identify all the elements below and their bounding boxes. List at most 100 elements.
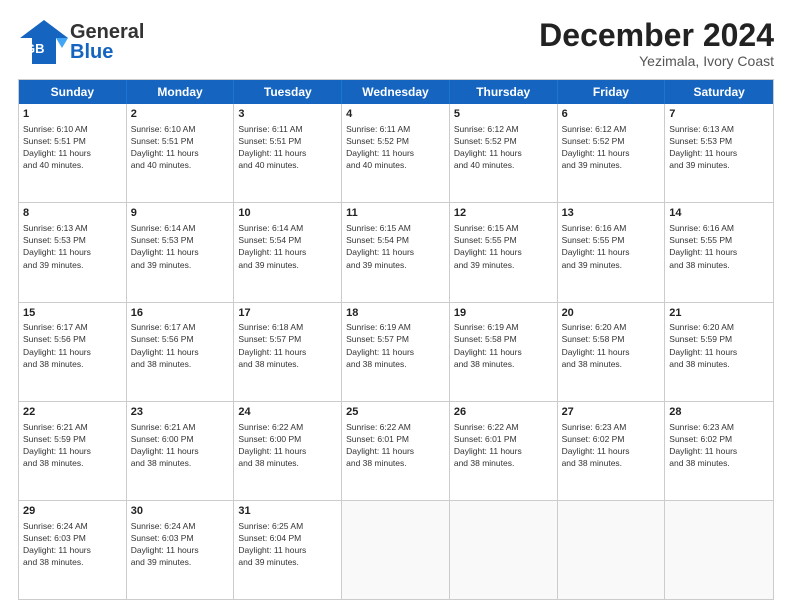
- cell-info: Sunrise: 6:21 AM Sunset: 5:59 PM Dayligh…: [23, 422, 91, 468]
- calendar-cell-w4-d2: 23Sunrise: 6:21 AM Sunset: 6:00 PM Dayli…: [127, 402, 235, 500]
- calendar-cell-w5-d6: [558, 501, 666, 599]
- calendar-cell-w1-d7: 7 Sunrise: 6:13 AM Sunset: 5:53 PM Daylig…: [665, 104, 773, 202]
- header-wednesday: Wednesday: [342, 80, 450, 104]
- day-number: 1: [23, 107, 122, 122]
- calendar-cell-w1-d2: 2Sunrise: 6:10 AM Sunset: 5:51 PM Daylig…: [127, 104, 235, 202]
- cell-info: Sunrise: 6:10 AM Sunset: 5:51 PM Dayligh…: [23, 124, 91, 170]
- cell-info: Sunrise: 6:16 AM Sunset: 5:55 PM Dayligh…: [562, 223, 630, 269]
- header-saturday: Saturday: [665, 80, 773, 104]
- cell-info: Sunrise: 6:22 AM Sunset: 6:01 PM Dayligh…: [454, 422, 522, 468]
- day-number: 24: [238, 405, 337, 420]
- cell-info: Sunrise: 6:11 AM Sunset: 5:52 PM Dayligh…: [346, 124, 414, 170]
- cell-info: Sunrise: 6:15 AM Sunset: 5:54 PM Dayligh…: [346, 223, 414, 269]
- logo-text-block: General Blue: [70, 21, 144, 64]
- day-number: 19: [454, 306, 553, 321]
- day-number: 6: [562, 107, 661, 122]
- calendar-cell-w1-d6: 6 Sunrise: 6:12 AM Sunset: 5:52 PM Daylig…: [558, 104, 666, 202]
- calendar-row-5: 29 Sunrise: 6:24 AM Sunset: 6:03 PM Dayli…: [19, 500, 773, 599]
- header-monday: Monday: [127, 80, 235, 104]
- day-number: 27: [562, 405, 661, 420]
- day-number: 8: [23, 206, 122, 221]
- cell-info: Sunrise: 6:20 AM Sunset: 5:58 PM Dayligh…: [562, 322, 630, 368]
- calendar-subtitle: Yezimala, Ivory Coast: [539, 53, 774, 69]
- cell-info: Sunrise: 6:13 AM Sunset: 5:53 PM Dayligh…: [669, 124, 737, 170]
- day-number: 25: [346, 405, 445, 420]
- cell-info: Sunrise: 6:24 AM Sunset: 6:03 PM Dayligh…: [131, 521, 199, 567]
- header-tuesday: Tuesday: [234, 80, 342, 104]
- calendar-cell-w2-d6: 13 Sunrise: 6:16 AM Sunset: 5:55 PM Dayli…: [558, 203, 666, 301]
- logo-blue: Blue: [70, 41, 144, 64]
- calendar-cell-w5-d1: 29 Sunrise: 6:24 AM Sunset: 6:03 PM Dayli…: [19, 501, 127, 599]
- calendar-cell-w1-d1: 1 Sunrise: 6:10 AM Sunset: 5:51 PM Daylig…: [19, 104, 127, 202]
- calendar-cell-w5-d7: [665, 501, 773, 599]
- calendar-cell-w3-d4: 18Sunrise: 6:19 AM Sunset: 5:57 PM Dayli…: [342, 303, 450, 401]
- day-number: 5: [454, 107, 553, 122]
- day-number: 20: [562, 306, 661, 321]
- calendar-row-1: 1 Sunrise: 6:10 AM Sunset: 5:51 PM Daylig…: [19, 104, 773, 202]
- day-number: 26: [454, 405, 553, 420]
- cell-info: Sunrise: 6:19 AM Sunset: 5:58 PM Dayligh…: [454, 322, 522, 368]
- cell-info: Sunrise: 6:22 AM Sunset: 6:00 PM Dayligh…: [238, 422, 306, 468]
- calendar-cell-w4-d5: 26 Sunrise: 6:22 AM Sunset: 6:01 PM Dayli…: [450, 402, 558, 500]
- day-number: 4: [346, 107, 445, 122]
- day-number: 15: [23, 306, 122, 321]
- calendar-cell-w2-d5: 12 Sunrise: 6:15 AM Sunset: 5:55 PM Dayli…: [450, 203, 558, 301]
- day-number: 11: [346, 206, 445, 221]
- title-block: December 2024 Yezimala, Ivory Coast: [539, 18, 774, 69]
- calendar-title: December 2024: [539, 18, 774, 53]
- calendar-cell-w1-d5: 5 Sunrise: 6:12 AM Sunset: 5:52 PM Daylig…: [450, 104, 558, 202]
- svg-text:GB: GB: [25, 41, 45, 56]
- calendar-cell-w5-d5: [450, 501, 558, 599]
- calendar-cell-w4-d6: 27 Sunrise: 6:23 AM Sunset: 6:02 PM Dayli…: [558, 402, 666, 500]
- cell-info: Sunrise: 6:25 AM Sunset: 6:04 PM Dayligh…: [238, 521, 306, 567]
- cell-info: Sunrise: 6:23 AM Sunset: 6:02 PM Dayligh…: [562, 422, 630, 468]
- day-number: 18: [346, 306, 445, 321]
- calendar-cell-w4-d7: 28Sunrise: 6:23 AM Sunset: 6:02 PM Dayli…: [665, 402, 773, 500]
- calendar-cell-w4-d3: 24 Sunrise: 6:22 AM Sunset: 6:00 PM Dayli…: [234, 402, 342, 500]
- day-number: 17: [238, 306, 337, 321]
- cell-info: Sunrise: 6:13 AM Sunset: 5:53 PM Dayligh…: [23, 223, 91, 269]
- calendar-cell-w1-d3: 3 Sunrise: 6:11 AM Sunset: 5:51 PM Daylig…: [234, 104, 342, 202]
- logo: GB General Blue: [18, 18, 144, 66]
- cell-info: Sunrise: 6:22 AM Sunset: 6:01 PM Dayligh…: [346, 422, 414, 468]
- cell-info: Sunrise: 6:24 AM Sunset: 6:03 PM Dayligh…: [23, 521, 91, 567]
- calendar-cell-w2-d3: 10Sunrise: 6:14 AM Sunset: 5:54 PM Dayli…: [234, 203, 342, 301]
- calendar: Sunday Monday Tuesday Wednesday Thursday…: [18, 79, 774, 600]
- day-number: 31: [238, 504, 337, 519]
- day-number: 21: [669, 306, 769, 321]
- day-number: 13: [562, 206, 661, 221]
- day-number: 14: [669, 206, 769, 221]
- calendar-cell-w3-d7: 21Sunrise: 6:20 AM Sunset: 5:59 PM Dayli…: [665, 303, 773, 401]
- day-number: 30: [131, 504, 230, 519]
- calendar-cell-w3-d5: 19Sunrise: 6:19 AM Sunset: 5:58 PM Dayli…: [450, 303, 558, 401]
- cell-info: Sunrise: 6:12 AM Sunset: 5:52 PM Dayligh…: [562, 124, 630, 170]
- header-sunday: Sunday: [19, 80, 127, 104]
- cell-info: Sunrise: 6:17 AM Sunset: 5:56 PM Dayligh…: [131, 322, 199, 368]
- day-number: 23: [131, 405, 230, 420]
- calendar-cell-w1-d4: 4 Sunrise: 6:11 AM Sunset: 5:52 PM Daylig…: [342, 104, 450, 202]
- cell-info: Sunrise: 6:16 AM Sunset: 5:55 PM Dayligh…: [669, 223, 737, 269]
- calendar-header: Sunday Monday Tuesday Wednesday Thursday…: [19, 80, 773, 104]
- calendar-cell-w5-d3: 31 Sunrise: 6:25 AM Sunset: 6:04 PM Dayli…: [234, 501, 342, 599]
- cell-info: Sunrise: 6:15 AM Sunset: 5:55 PM Dayligh…: [454, 223, 522, 269]
- day-number: 29: [23, 504, 122, 519]
- calendar-cell-w4-d1: 22 Sunrise: 6:21 AM Sunset: 5:59 PM Dayli…: [19, 402, 127, 500]
- day-number: 28: [669, 405, 769, 420]
- day-number: 10: [238, 206, 337, 221]
- day-number: 12: [454, 206, 553, 221]
- calendar-cell-w3-d1: 15Sunrise: 6:17 AM Sunset: 5:56 PM Dayli…: [19, 303, 127, 401]
- calendar-cell-w5-d2: 30 Sunrise: 6:24 AM Sunset: 6:03 PM Dayli…: [127, 501, 235, 599]
- day-number: 3: [238, 107, 337, 122]
- page: GB General Blue December 2024 Yezimala, …: [0, 0, 792, 612]
- calendar-cell-w5-d4: [342, 501, 450, 599]
- calendar-row-4: 22 Sunrise: 6:21 AM Sunset: 5:59 PM Dayli…: [19, 401, 773, 500]
- cell-info: Sunrise: 6:11 AM Sunset: 5:51 PM Dayligh…: [238, 124, 306, 170]
- day-number: 22: [23, 405, 122, 420]
- cell-info: Sunrise: 6:10 AM Sunset: 5:51 PM Dayligh…: [131, 124, 199, 170]
- calendar-cell-w2-d4: 11 Sunrise: 6:15 AM Sunset: 5:54 PM Dayli…: [342, 203, 450, 301]
- calendar-cell-w4-d4: 25 Sunrise: 6:22 AM Sunset: 6:01 PM Dayli…: [342, 402, 450, 500]
- calendar-cell-w2-d1: 8 Sunrise: 6:13 AM Sunset: 5:53 PM Daylig…: [19, 203, 127, 301]
- cell-info: Sunrise: 6:12 AM Sunset: 5:52 PM Dayligh…: [454, 124, 522, 170]
- day-number: 7: [669, 107, 769, 122]
- cell-info: Sunrise: 6:18 AM Sunset: 5:57 PM Dayligh…: [238, 322, 306, 368]
